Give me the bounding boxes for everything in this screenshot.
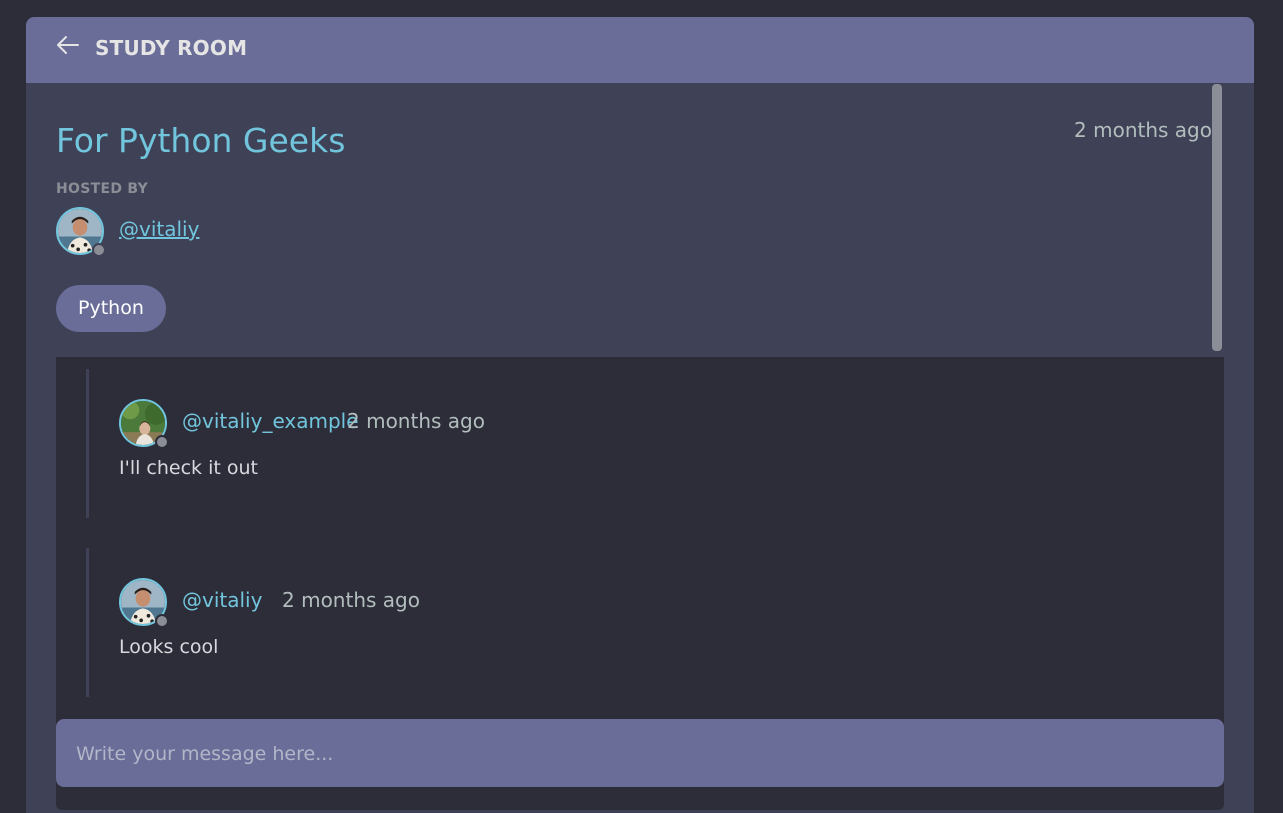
message-body: Looks cool (119, 636, 219, 658)
scrollbar-thumb[interactable] (1212, 84, 1222, 351)
message-item: @vitaliy 2 months ago Looks cool (86, 548, 1189, 697)
message-composer (56, 719, 1224, 789)
conversation-thread: @vitaliy_example 2 months ago I'll check… (56, 357, 1224, 810)
message-input[interactable] (74, 719, 1208, 789)
message-status-indicator (155, 614, 169, 628)
arrow-left-icon[interactable] (56, 35, 80, 55)
message-author[interactable]: @vitaliy_example (182, 409, 359, 433)
room-details: For Python Geeks 2 months ago HOSTED BY … (56, 83, 1212, 357)
message-author[interactable]: @vitaliy (182, 588, 262, 612)
room-title: For Python Geeks (56, 121, 346, 160)
host-link[interactable]: @vitaliy (119, 217, 199, 241)
host-status-indicator (92, 243, 106, 257)
message-item: @vitaliy_example 2 months ago I'll check… (86, 369, 1189, 518)
message-time: 2 months ago (347, 409, 485, 433)
message-status-indicator (155, 435, 169, 449)
room-created-time: 2 months ago (1074, 118, 1212, 142)
message-body: I'll check it out (119, 457, 258, 479)
room-header: STUDY ROOM (26, 17, 1254, 83)
topic-tag[interactable]: Python (56, 285, 166, 332)
room-panel: STUDY ROOM For Python Geeks 2 months ago… (26, 17, 1254, 813)
message-time: 2 months ago (282, 588, 420, 612)
hosted-by-label: HOSTED BY (56, 181, 149, 197)
header-title: STUDY ROOM (95, 36, 248, 60)
